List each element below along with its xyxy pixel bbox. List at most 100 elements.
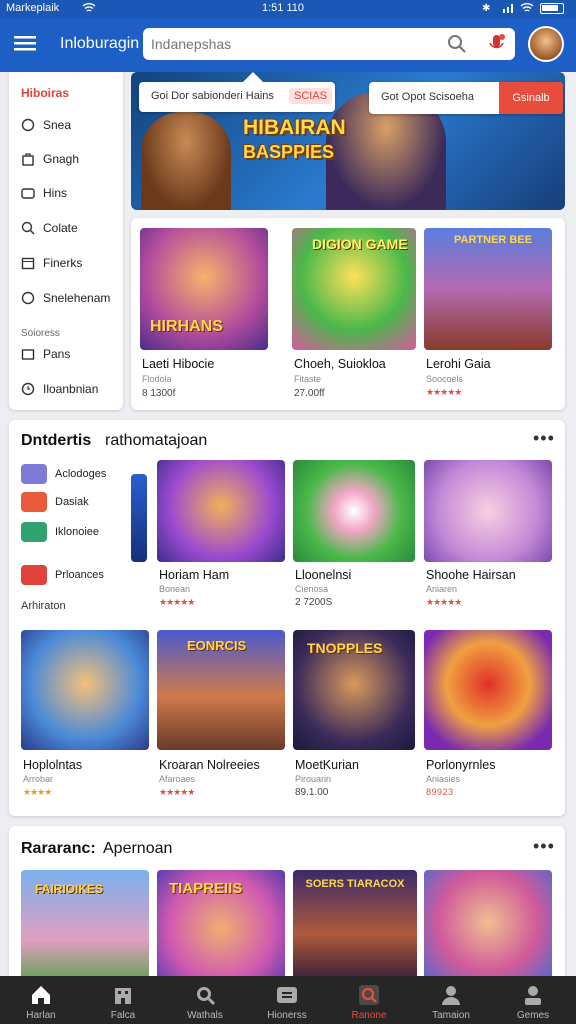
bluetooth-icon: ✱ bbox=[482, 3, 491, 14]
category-item[interactable]: Aclodoges bbox=[21, 464, 106, 484]
bag-icon bbox=[21, 152, 35, 166]
menu-icon[interactable] bbox=[14, 34, 36, 57]
game-thumbnail bbox=[424, 630, 552, 750]
search-bar[interactable] bbox=[143, 28, 515, 60]
profile-card-icon bbox=[525, 986, 541, 1005]
banner-search-pill-2[interactable]: Got Opot Scisoeha Gsinalb bbox=[369, 82, 563, 114]
game-card[interactable]: Horiam Ham Bonean ★★★★★ bbox=[157, 460, 285, 610]
nav-item-falca[interactable]: Falca bbox=[82, 976, 164, 1024]
sidebar-item-finerks[interactable]: Finerks bbox=[21, 256, 82, 270]
game-title: Hoplolntas bbox=[23, 758, 83, 772]
game-card[interactable]: DIGION GAME Choeh, Suiokloa Fitaste 27.0… bbox=[292, 228, 416, 408]
game-thumbnail: HIRHANS bbox=[140, 228, 268, 350]
game-card[interactable]: TNOPPLES MoetKurian Pirouarin 89.1.00 bbox=[293, 630, 417, 800]
signal-icon bbox=[502, 2, 516, 16]
banner-search-text: Got Opot Scisoeha bbox=[381, 91, 474, 103]
globe-icon bbox=[21, 291, 35, 305]
sidebar-item-iloanbnian[interactable]: Iloanbnian bbox=[21, 382, 98, 396]
voice-search-icon[interactable] bbox=[487, 33, 507, 60]
character-left-image bbox=[141, 112, 231, 210]
more-options-icon[interactable]: ••• bbox=[533, 836, 555, 857]
nav-item-hionerss[interactable]: Hionerss bbox=[246, 976, 328, 1024]
category-icon bbox=[21, 464, 47, 484]
game-meta: 2 7200S bbox=[295, 597, 333, 608]
banner-cta-button[interactable]: Gsinalb bbox=[499, 82, 563, 114]
featured-panel: HIRHANS Laeti Hibocie Flodola 8 1300f DI… bbox=[131, 218, 565, 410]
game-thumbnail: TNOPPLES bbox=[293, 630, 415, 750]
game-meta: 8 1300f bbox=[142, 388, 176, 399]
banner-search-text: Goi Dor sabionderi Hains bbox=[151, 90, 274, 102]
thumbnail-title: TNOPPLES bbox=[307, 640, 383, 656]
sidebar-item-pans[interactable]: Pans bbox=[21, 347, 70, 361]
nav-item-gemes[interactable]: Gemes bbox=[492, 976, 574, 1024]
search-icon bbox=[197, 987, 216, 1006]
section-subtitle: Apernoan bbox=[103, 840, 173, 857]
game-subtitle: Arrobar bbox=[23, 774, 54, 784]
clock-icon bbox=[21, 382, 35, 396]
nav-item-ranone[interactable]: Ranone bbox=[328, 976, 410, 1024]
person-icon bbox=[442, 986, 460, 1005]
game-card[interactable]: PARTNER BEE Lerohi Gaia Soocoels ★★★★★ bbox=[424, 228, 552, 408]
game-thumbnail[interactable]: TIAPREIIS bbox=[157, 870, 285, 986]
category-item[interactable]: Dasiak bbox=[21, 492, 89, 512]
game-thumbnail[interactable]: SOERS TIARACOX bbox=[293, 870, 417, 986]
game-card[interactable]: EONRCIS Kroaran Nolreeies Afaroaes ★★★★★ bbox=[157, 630, 285, 800]
category-item[interactable]: Iklonoiee bbox=[21, 522, 99, 542]
game-title: Shoohe Hairsan bbox=[426, 568, 516, 582]
search-icon[interactable] bbox=[447, 34, 467, 59]
scroll-indicator[interactable] bbox=[131, 474, 147, 562]
nav-item-home[interactable]: Harlan bbox=[0, 976, 82, 1024]
category-item[interactable]: Prloances bbox=[21, 565, 104, 585]
game-title: Horiam Ham bbox=[159, 568, 230, 582]
rating-stars: ★★★★★ bbox=[426, 387, 462, 397]
more-options-icon[interactable]: ••• bbox=[533, 428, 555, 449]
banner-subtitle: BASPPIES bbox=[243, 142, 335, 162]
game-thumbnail[interactable] bbox=[424, 870, 552, 986]
category-icon bbox=[21, 522, 47, 542]
banner-search-tag: SCIAS bbox=[289, 88, 333, 104]
sidebar-item-gnagh[interactable]: Gnagh bbox=[21, 152, 79, 166]
rating-stars: ★★★★ bbox=[23, 787, 52, 797]
sidebar-item-snea[interactable]: Snea bbox=[21, 118, 71, 132]
wifi-icon bbox=[82, 2, 96, 16]
game-subtitle: Fitaste bbox=[294, 374, 322, 384]
category-icon bbox=[21, 492, 47, 512]
game-card[interactable]: Porlonyrnles Aniasies 8 9 9 2 3 bbox=[424, 630, 552, 800]
game-subtitle: Pirouarin bbox=[295, 774, 332, 784]
battery-icon bbox=[540, 3, 564, 14]
game-card[interactable]: Lloonelnsi Cienosa 2 7200S bbox=[293, 460, 417, 610]
game-thumbnail[interactable]: FAIRIOIKES bbox=[21, 870, 149, 986]
status-time: 1:51 110 bbox=[262, 2, 305, 14]
avatar[interactable] bbox=[528, 26, 564, 62]
sidebar-item-snelehenam[interactable]: Snelehenam bbox=[21, 291, 110, 305]
nav-item-tamaion[interactable]: Tamaion bbox=[410, 976, 492, 1024]
section-subtitle: rathomatajoan bbox=[105, 432, 208, 449]
hero-banner[interactable]: HIBAIRAN BASPPIES Goi Dor sabionderi Hai… bbox=[131, 72, 565, 210]
game-meta: 8 9 9 2 3 bbox=[426, 787, 453, 797]
game-subtitle: Flodola bbox=[142, 374, 172, 384]
game-title: Laeti Hibocie bbox=[142, 357, 215, 371]
section-popular: Rararanc: Apernoan ••• FAIRIOIKES TIAPRE… bbox=[9, 826, 565, 986]
game-subtitle: Soocoels bbox=[426, 374, 464, 384]
sidebar-item-hins[interactable]: Hins bbox=[21, 186, 67, 200]
banner-search-pill-1[interactable]: Goi Dor sabionderi Hains SCIAS bbox=[139, 82, 335, 112]
sidebar-item-label: Finerks bbox=[43, 256, 83, 270]
game-thumbnail: PARTNER BEE bbox=[424, 228, 552, 350]
game-subtitle: Aniasies bbox=[426, 774, 461, 784]
square-icon bbox=[21, 347, 35, 361]
tv-icon bbox=[277, 987, 297, 1003]
search-input[interactable] bbox=[151, 32, 441, 56]
sidebar-item-colate[interactable]: Colate bbox=[21, 221, 78, 235]
building-icon bbox=[115, 988, 131, 1004]
nav-item-wathals[interactable]: Wathals bbox=[164, 976, 246, 1024]
game-thumbnail bbox=[293, 460, 415, 562]
search-icon bbox=[21, 221, 35, 235]
category-label: Dasiak bbox=[55, 496, 89, 508]
game-subtitle: Afaroaes bbox=[159, 774, 196, 784]
game-card[interactable]: HIRHANS Laeti Hibocie Flodola 8 1300f bbox=[140, 228, 268, 408]
rating-stars: ★★★★★ bbox=[159, 787, 195, 797]
game-card[interactable]: Shoohe Hairsan Aniaren ★★★★★ bbox=[424, 460, 552, 610]
sidebar-item-label: Colate bbox=[43, 221, 78, 235]
game-card[interactable]: Hoplolntas Arrobar ★★★★ bbox=[21, 630, 149, 800]
nav-label: Wathals bbox=[187, 1010, 223, 1021]
